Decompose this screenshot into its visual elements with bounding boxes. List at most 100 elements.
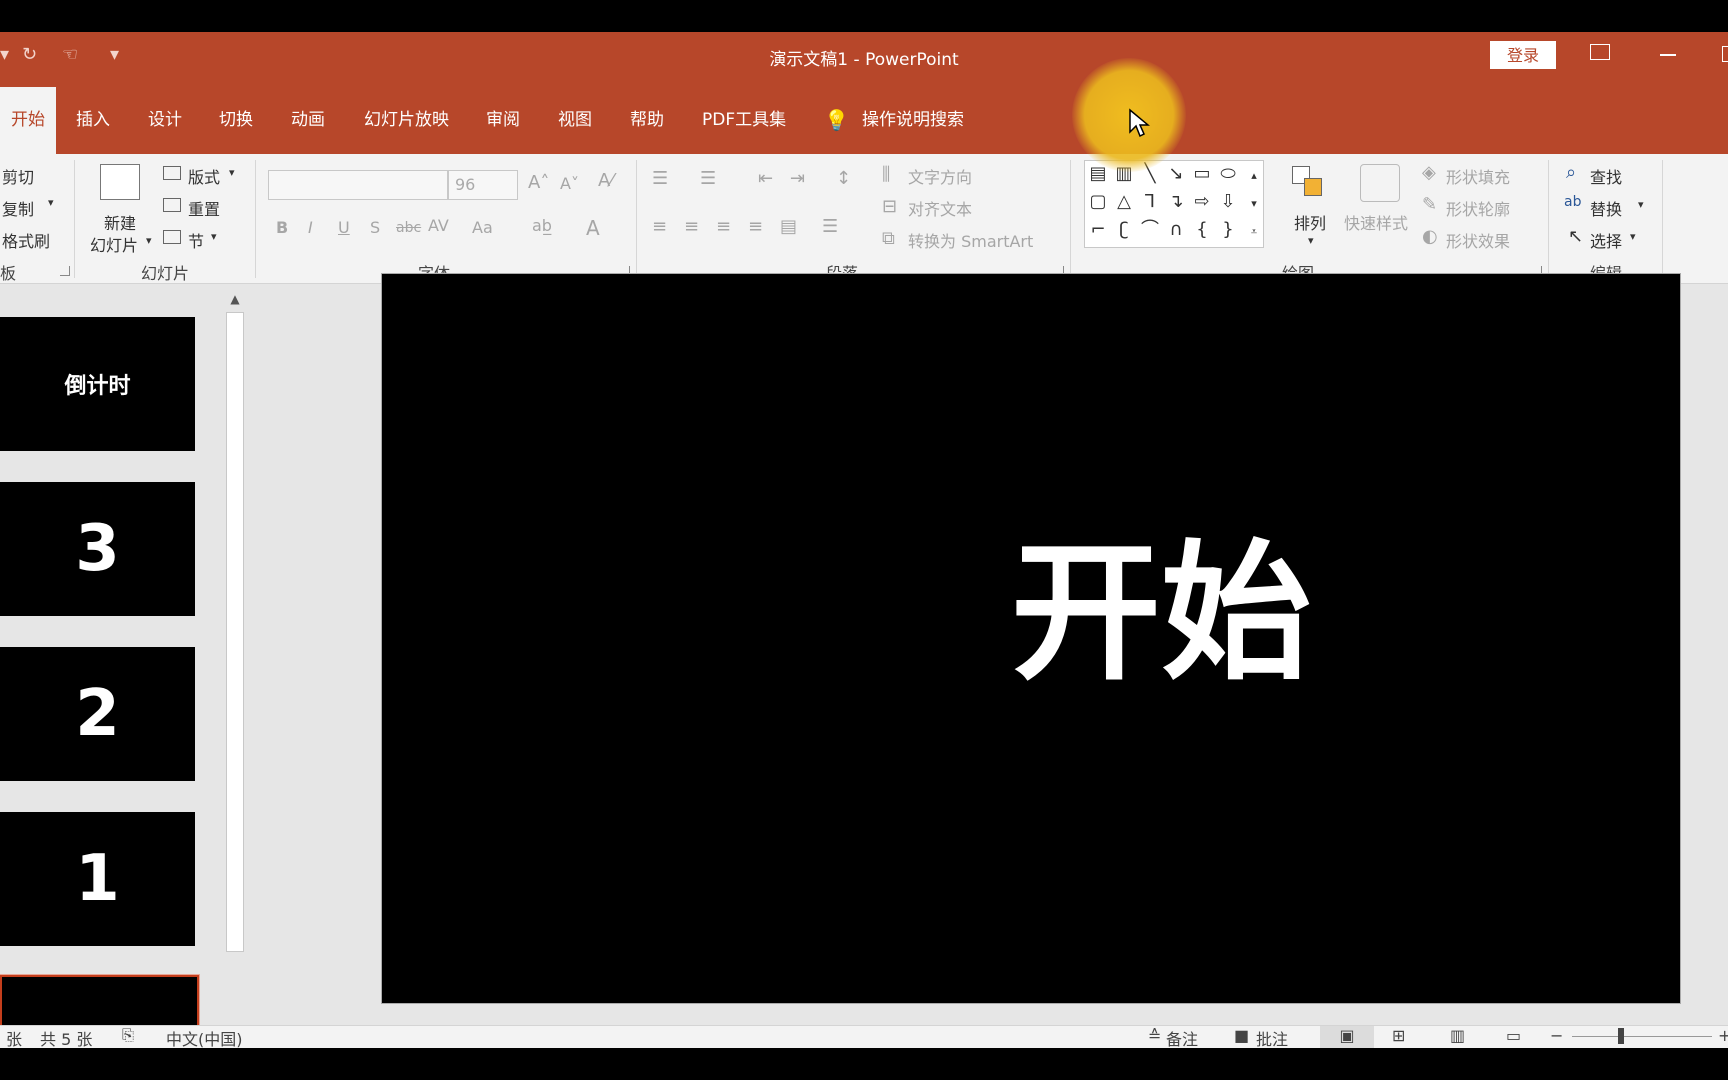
bold-button[interactable]: B — [276, 218, 288, 237]
decrease-indent-icon[interactable]: ⇤ — [758, 168, 773, 189]
layout-dropdown-icon[interactable]: ▾ — [229, 166, 235, 179]
zoom-in-icon[interactable]: + — [1718, 1026, 1728, 1045]
convert-smartart-button[interactable]: 转换为 SmartArt — [908, 228, 1033, 252]
arrange-icon[interactable] — [1292, 166, 1326, 200]
right-arrow-shape-icon[interactable]: ⇨ — [1191, 191, 1213, 213]
oval-shape-icon[interactable]: ⬭ — [1217, 163, 1239, 185]
align-center-icon[interactable]: ≡ — [684, 216, 699, 237]
shape-fill-icon[interactable]: ◈ — [1422, 162, 1436, 183]
shape-effects-button[interactable]: 形状效果 — [1446, 228, 1510, 252]
align-left-icon[interactable]: ≡ — [652, 216, 667, 237]
down-arrow-shape-icon[interactable]: ⇩ — [1217, 191, 1239, 213]
text-direction-icon[interactable]: ⫼ — [882, 164, 890, 185]
slide-thumbnail-4[interactable]: 1 — [0, 812, 195, 946]
slideshow-view-icon[interactable]: ▭ — [1506, 1026, 1521, 1045]
gallery-up-icon[interactable]: ▴ — [1243, 165, 1265, 187]
layout-button[interactable]: 版式 — [188, 164, 220, 188]
slide-sorter-icon[interactable]: ⊞ — [1392, 1026, 1405, 1045]
new-slide-label-2[interactable]: 幻灯片 — [90, 232, 138, 256]
replace-dropdown-icon[interactable]: ▾ — [1638, 198, 1644, 211]
copy-button[interactable]: 复制 — [2, 196, 34, 220]
quick-styles-icon[interactable] — [1360, 164, 1400, 202]
layout-icon[interactable] — [163, 166, 181, 180]
quick-styles-button[interactable]: 快速样式 — [1344, 210, 1408, 234]
rounded-rect-shape-icon[interactable]: ▢ — [1087, 191, 1109, 213]
section-dropdown-icon[interactable]: ▾ — [211, 230, 217, 243]
reset-icon[interactable] — [163, 198, 181, 212]
language-label[interactable]: 中文(中国) — [166, 1026, 243, 1048]
replace-button[interactable]: 替换 — [1590, 196, 1622, 220]
tab-view[interactable]: 视图 — [558, 87, 592, 154]
format-painter-button[interactable]: 格式刷 — [2, 228, 50, 252]
elbow-connector-shape-icon[interactable]: ⅂ — [1139, 191, 1161, 213]
select-dropdown-icon[interactable]: ▾ — [1630, 230, 1636, 243]
align-right-icon[interactable]: ≡ — [716, 216, 731, 237]
scroll-up-icon[interactable]: ▲ — [228, 292, 242, 306]
columns-icon[interactable]: ☰ — [822, 216, 838, 237]
cut-button[interactable]: 剪切 — [2, 164, 34, 188]
numbering-icon[interactable]: ☰ — [700, 168, 716, 189]
tab-pdf-tools[interactable]: PDF工具集 — [702, 87, 786, 154]
slide-thumbnail-2[interactable]: 3 — [0, 482, 195, 616]
shape-outline-button[interactable]: 形状轮廓 — [1446, 196, 1510, 220]
bullets-icon[interactable]: ☰ — [652, 168, 668, 189]
align-text-icon[interactable]: ⊟ — [882, 196, 897, 217]
font-color-button[interactable]: A — [586, 216, 600, 240]
spellcheck-icon[interactable]: ⎘ — [122, 1026, 134, 1044]
strikethrough-button[interactable]: abc — [396, 220, 421, 236]
highlight-color-icon[interactable]: ab̲ — [532, 216, 552, 235]
gallery-more-icon[interactable]: ⩡ — [1243, 221, 1265, 243]
align-text-button[interactable]: 对齐文本 — [908, 196, 972, 220]
tab-design[interactable]: 设计 — [148, 87, 182, 154]
line-spacing-icon[interactable]: ↕ — [836, 168, 851, 189]
increase-font-size-icon[interactable]: A˄ — [528, 172, 549, 193]
tab-insert[interactable]: 插入 — [76, 87, 110, 154]
minimize-icon[interactable] — [1660, 54, 1676, 56]
normal-view-icon[interactable]: ▣ — [1320, 1026, 1374, 1048]
maximize-icon[interactable] — [1722, 46, 1728, 62]
login-button[interactable]: 登录 — [1490, 41, 1556, 69]
tab-slideshow[interactable]: 幻灯片放映 — [364, 87, 449, 154]
justify-icon[interactable]: ≡ — [748, 216, 763, 237]
triangle-shape-icon[interactable]: △ — [1113, 191, 1135, 213]
smartart-icon[interactable]: ⧉ — [882, 228, 895, 249]
distributed-icon[interactable]: ▤ — [780, 216, 797, 237]
shape-effects-icon[interactable]: ◐ — [1422, 226, 1438, 247]
slide-title-text[interactable]: 开始 — [382, 524, 1680, 704]
arc-shape-icon[interactable]: ⌒ — [1139, 219, 1161, 241]
replace-icon[interactable]: ab — [1564, 194, 1581, 210]
tab-transitions[interactable]: 切换 — [219, 87, 253, 154]
select-pointer-icon[interactable]: ↖ — [1568, 226, 1583, 247]
slide-thumbnail-1[interactable]: 倒计时 — [0, 317, 195, 451]
arrow-line-shape-icon[interactable]: ↘ — [1165, 163, 1187, 185]
zoom-slider[interactable] — [1572, 1036, 1712, 1037]
elbow-arrow-shape-icon[interactable]: ↴ — [1165, 191, 1187, 213]
notes-icon[interactable]: ≙ — [1148, 1026, 1161, 1045]
new-slide-label[interactable]: 新建 — [104, 210, 136, 234]
find-icon[interactable]: ⌕ — [1566, 162, 1576, 183]
clipboard-launcher-icon[interactable] — [60, 266, 70, 276]
freeform-shape-icon[interactable]: ⌐ — [1087, 219, 1109, 241]
reset-button[interactable]: 重置 — [188, 196, 220, 220]
decrease-font-size-icon[interactable]: A˅ — [560, 174, 579, 193]
zoom-out-icon[interactable]: − — [1550, 1026, 1563, 1045]
ribbon-display-options-icon[interactable] — [1590, 44, 1610, 60]
scribble-shape-icon[interactable]: ʗ — [1113, 219, 1135, 241]
tab-animations[interactable]: 动画 — [291, 87, 325, 154]
tab-help[interactable]: 帮助 — [630, 87, 664, 154]
left-brace-shape-icon[interactable]: { — [1191, 219, 1213, 241]
gallery-down-icon[interactable]: ▾ — [1243, 193, 1265, 215]
zoom-slider-thumb[interactable] — [1618, 1028, 1624, 1044]
tab-review[interactable]: 审阅 — [486, 87, 520, 154]
notes-button[interactable]: 备注 — [1166, 1026, 1198, 1048]
clear-formatting-icon[interactable]: A⁄ — [598, 170, 613, 191]
section-button[interactable]: 节 — [188, 228, 204, 252]
tab-home[interactable]: 开始 — [0, 87, 56, 154]
shape-outline-icon[interactable]: ✎ — [1422, 194, 1437, 215]
change-case-button[interactable]: Aa — [472, 218, 493, 237]
underline-button[interactable]: U — [338, 218, 350, 237]
copy-dropdown-icon[interactable]: ▾ — [48, 196, 54, 209]
slide-canvas[interactable]: 开始 — [381, 273, 1681, 1004]
find-button[interactable]: 查找 — [1590, 164, 1622, 188]
shapes-gallery[interactable]: ▤ ▥ ╲ ↘ ▭ ⬭ ▢ △ ⅂ ↴ ⇨ ⇩ ⌐ ʗ ⌒ ∩ { } ▴ ▾ … — [1084, 160, 1264, 248]
